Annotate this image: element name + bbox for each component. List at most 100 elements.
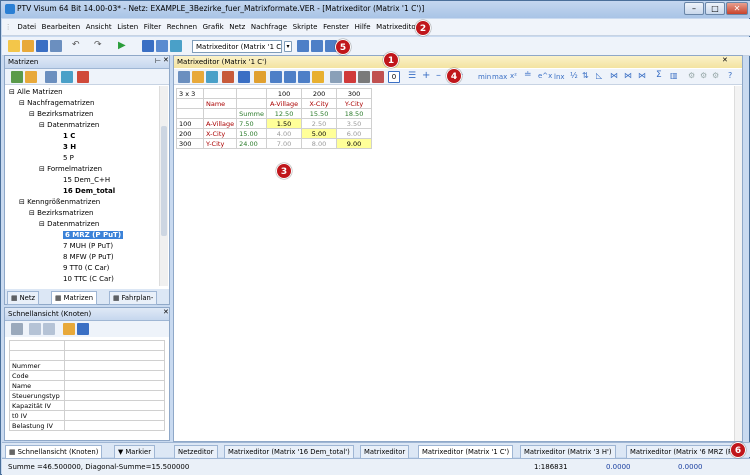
transpose-icon[interactable]: ⇅ <box>582 71 589 80</box>
tab-matrix-16[interactable]: Matrixeditor (Matrix '16 Dem_total') <box>224 445 354 459</box>
matrix-filter-icon[interactable] <box>222 71 234 83</box>
help-icon[interactable]: ? <box>728 71 732 80</box>
tree-item[interactable]: ⊟ Nachfragematrizen <box>19 99 94 107</box>
tree-item[interactable]: ⊟ Datenmatrizen <box>39 220 99 228</box>
panel-close-icon[interactable]: ✕ <box>163 56 169 64</box>
tab-netz[interactable]: ▦ Netz <box>7 291 40 305</box>
matrix-cell[interactable]: 1.50 <box>266 118 303 129</box>
tree-item[interactable]: 16 Dem_total <box>63 187 115 195</box>
settings-3-icon[interactable]: ⚙ <box>712 71 719 80</box>
tree-item[interactable]: 8 MFW (P PuT) <box>63 253 114 261</box>
stack-icon[interactable] <box>312 71 324 83</box>
tree-item[interactable]: ⊟ Bezirksmatrizen <box>29 110 94 118</box>
menu-grafik[interactable]: Grafik <box>200 19 227 36</box>
view-2-icon[interactable] <box>284 71 296 83</box>
triangle-lower-icon[interactable]: ◺ <box>596 71 602 80</box>
save-all-icon[interactable] <box>50 40 62 52</box>
row-id[interactable]: 300 <box>176 138 204 149</box>
menu-nachfrage[interactable]: Nachfrage <box>248 19 290 36</box>
tree-item[interactable]: ⊟ Datenmatrizen <box>39 121 99 129</box>
paste-icon[interactable] <box>43 323 55 335</box>
tab-markier[interactable]: ▼ Markier <box>114 445 156 459</box>
tab-matrix-1c[interactable]: Matrixeditor (Matrix '1 C') <box>418 445 514 459</box>
menu-datei[interactable]: Datei <box>15 19 39 36</box>
tree-item[interactable]: ⊟ Kenngrößenmatrizen <box>19 198 100 206</box>
bowtie-2-icon[interactable]: ⋈ <box>624 71 632 80</box>
matrix-open-icon[interactable] <box>178 71 190 83</box>
matrix-cell[interactable]: 4.00 <box>266 128 303 139</box>
max-button[interactable]: max <box>492 73 507 81</box>
tree-item[interactable]: 3 H <box>63 143 76 151</box>
zero-icon[interactable]: 0 <box>388 71 400 83</box>
run-icon[interactable]: ▶ <box>118 40 130 52</box>
sigma-icon[interactable]: Σ <box>656 70 662 80</box>
editor-scrollbar[interactable] <box>734 86 742 441</box>
tree-item[interactable]: 9 TT0 (C Car) <box>63 264 109 272</box>
matrix-cell[interactable]: 5.00 <box>301 128 338 139</box>
row-id[interactable]: 200 <box>176 128 204 139</box>
folder-icon[interactable] <box>63 323 75 335</box>
menu-bearbeiten[interactable]: Bearbeiten <box>39 19 83 36</box>
menu-netz[interactable]: Netz <box>226 19 248 36</box>
panel-close-icon[interactable]: ✕ <box>163 308 169 316</box>
tile-vertical-icon[interactable] <box>311 40 323 52</box>
tab-quickview[interactable]: ▦ Schnellansicht (Knoten) <box>5 445 103 459</box>
tree-item[interactable]: 5 P <box>63 154 74 162</box>
binoculars-icon[interactable] <box>238 71 250 83</box>
matrix-cell[interactable]: 8.00 <box>301 138 338 149</box>
open-file-icon[interactable] <box>22 40 34 52</box>
col-id[interactable]: 100 <box>266 88 303 99</box>
filter-icon[interactable] <box>11 323 23 335</box>
plus-icon[interactable]: + <box>422 70 430 81</box>
edit-matrix-icon[interactable] <box>45 71 57 83</box>
minus-icon[interactable]: – <box>436 70 441 81</box>
matrix-cell[interactable]: 6.00 <box>336 128 373 139</box>
undo-icon[interactable]: ↶ <box>72 40 84 52</box>
reciprocal-icon[interactable]: ½ <box>570 71 578 80</box>
scrollbar-thumb[interactable] <box>161 126 167 236</box>
tab-matrizen[interactable]: ▦ Matrizen <box>51 291 98 305</box>
pin-icon[interactable]: ⊢ <box>155 57 161 65</box>
square-button[interactable]: x² <box>510 72 517 80</box>
matrix-cell[interactable]: 2.50 <box>301 118 338 129</box>
list-icon[interactable] <box>156 40 168 52</box>
menu-rechnen[interactable]: Rechnen <box>164 19 200 36</box>
settings-icon[interactable]: ⚙ <box>688 71 695 80</box>
tab-matrix-6mrz[interactable]: Matrixeditor (Matrix '6 MRZ (P <box>626 445 738 459</box>
row-id[interactable]: 100 <box>176 118 204 129</box>
tree-item[interactable]: ⊟ Bezirksmatrizen <box>29 209 94 217</box>
sort-icon[interactable] <box>254 71 266 83</box>
editor-close-icon[interactable]: ✕ <box>722 56 728 64</box>
menu-ansicht[interactable]: Ansicht <box>83 19 114 36</box>
save-icon[interactable] <box>77 323 89 335</box>
min-button[interactable]: min <box>478 73 491 81</box>
matrix-load-icon[interactable] <box>192 71 204 83</box>
tree-item[interactable]: ⊟ Formelmatrizen <box>39 165 102 173</box>
bowtie-3-icon[interactable]: ⋈ <box>638 71 646 80</box>
view-3-icon[interactable] <box>298 71 310 83</box>
tab-matrixeditor[interactable]: Matrixeditor <box>360 445 410 459</box>
menu-skripte[interactable]: Skripte <box>290 19 320 36</box>
new-file-icon[interactable] <box>8 40 20 52</box>
matrix-cell[interactable]: 3.50 <box>336 118 373 129</box>
import-icon[interactable] <box>142 40 154 52</box>
view-1-icon[interactable] <box>270 71 282 83</box>
grid-icon[interactable] <box>170 40 182 52</box>
ln-button[interactable]: lnx <box>554 73 565 81</box>
exp-button[interactable]: e^x <box>538 72 552 80</box>
settings-2-icon[interactable]: ⚙ <box>700 71 707 80</box>
redo-icon[interactable]: ↷ <box>94 40 106 52</box>
menu-listen[interactable]: Listen <box>114 19 141 36</box>
round-icon[interactable]: ≐ <box>524 70 532 80</box>
tree-item[interactable]: 1 C <box>63 132 75 140</box>
record-icon[interactable] <box>344 71 356 83</box>
tree-item-selected[interactable]: 6 MRZ (P PuT) <box>63 231 124 239</box>
save-icon[interactable] <box>36 40 48 52</box>
tree-item[interactable]: 15 Dem_C+H <box>63 176 110 184</box>
tree-item[interactable]: 10 TTC (C Car) <box>63 275 114 283</box>
add-matrix-icon[interactable] <box>11 71 23 83</box>
copy-icon[interactable] <box>29 323 41 335</box>
window-select-combo[interactable]: Matrixeditor (Matrix '1 C') <box>192 40 282 53</box>
bars-icon[interactable]: ▥ <box>670 71 678 80</box>
stop-icon[interactable] <box>372 71 384 83</box>
